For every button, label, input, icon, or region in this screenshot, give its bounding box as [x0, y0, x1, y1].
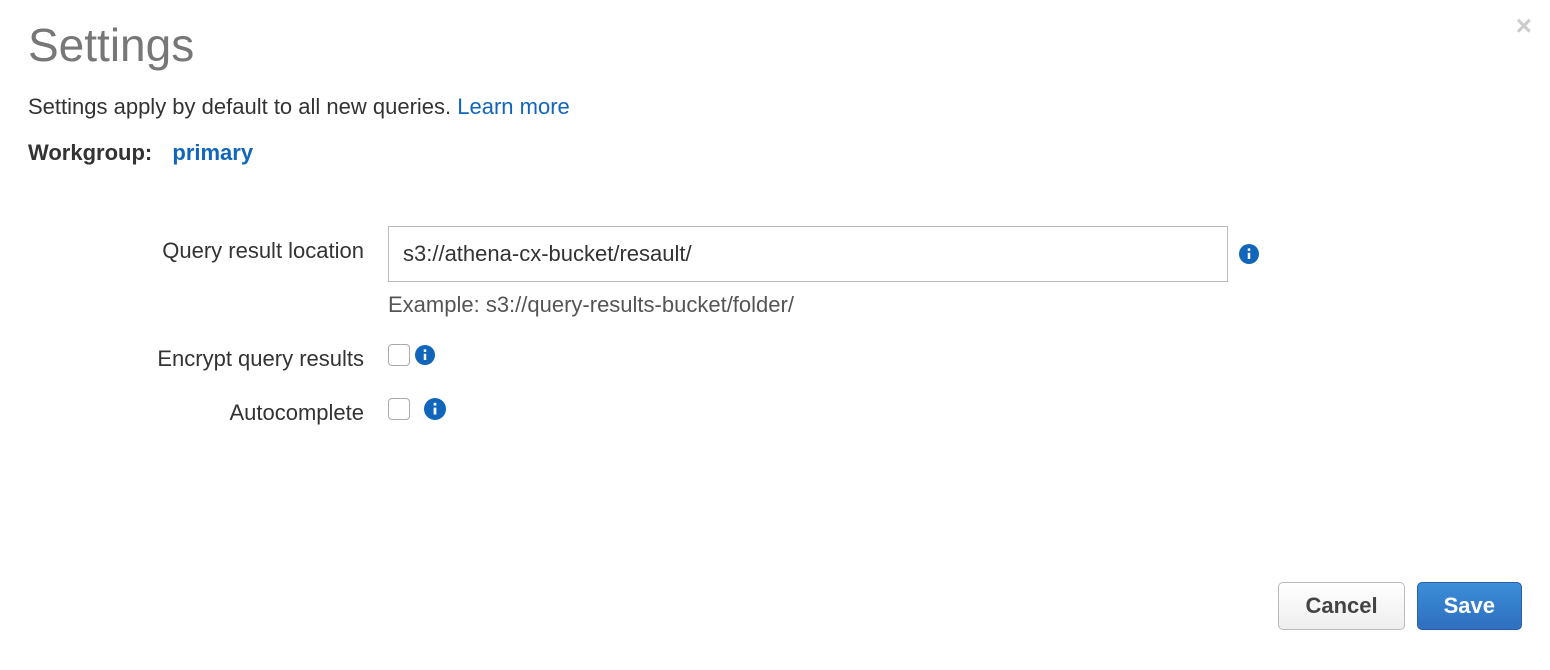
info-icon[interactable]: [1238, 243, 1260, 265]
settings-subtitle: Settings apply by default to all new que…: [28, 94, 1522, 120]
label-query-result-location: Query result location: [28, 226, 388, 264]
encrypt-query-results-checkbox[interactable]: [388, 344, 410, 366]
learn-more-link[interactable]: Learn more: [457, 94, 570, 119]
close-icon[interactable]: ×: [1516, 12, 1532, 40]
workgroup-line: Workgroup: primary: [28, 140, 1522, 166]
label-encrypt-query-results: Encrypt query results: [28, 344, 388, 372]
row-encrypt-query-results: Encrypt query results: [28, 344, 1522, 372]
row-query-result-location: Query result location Example: s3://quer…: [28, 226, 1522, 318]
cancel-button[interactable]: Cancel: [1278, 582, 1404, 630]
info-icon[interactable]: [424, 398, 446, 420]
save-button[interactable]: Save: [1417, 582, 1522, 630]
page-title: Settings: [28, 18, 1522, 72]
workgroup-label: Workgroup:: [28, 140, 152, 165]
label-autocomplete: Autocomplete: [28, 398, 388, 426]
query-result-location-input[interactable]: [388, 226, 1228, 282]
info-icon[interactable]: [414, 344, 436, 366]
row-autocomplete: Autocomplete: [28, 398, 1522, 426]
subtitle-text: Settings apply by default to all new que…: [28, 94, 457, 119]
workgroup-value-link[interactable]: primary: [172, 140, 253, 165]
autocomplete-checkbox[interactable]: [388, 398, 410, 420]
footer-buttons: Cancel Save: [1278, 582, 1522, 630]
query-result-location-hint: Example: s3://query-results-bucket/folde…: [388, 292, 1260, 318]
